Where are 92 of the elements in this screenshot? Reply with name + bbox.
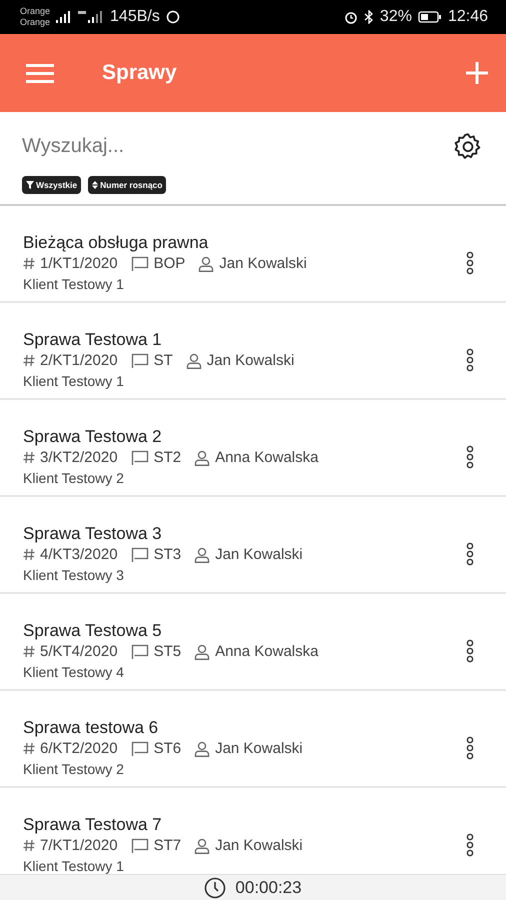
person-name: Jan Kowalski (219, 254, 307, 274)
filter-icon (26, 181, 34, 189)
case-title: Sprawa testowa 6 (23, 716, 160, 738)
plus-icon (466, 62, 488, 84)
signal-icon (78, 11, 104, 23)
carrier-name: Orange (20, 17, 50, 28)
clock-icon (204, 876, 226, 898)
case-title: Sprawa Testowa 7 (23, 814, 163, 836)
carrier-name: Orange (20, 6, 50, 17)
client-name: Klient Testowy 1 (23, 274, 125, 294)
search-field[interactable]: Wyszukaj... (22, 127, 452, 166)
timer-time: 00:00:23 (235, 878, 302, 898)
case-item[interactable]: Sprawa Testowa 3 4/KT3/2020 ST3 Jan Kowalski Klient Testowy 3 (0, 497, 506, 594)
person-name: Jan Kowalski (215, 544, 303, 564)
flag-icon (130, 740, 149, 756)
hash-icon (23, 354, 35, 367)
case-number: 7/KT1/2020 (40, 836, 118, 856)
hash-icon (23, 839, 35, 852)
sync-icon (166, 10, 180, 24)
case-number: 5/KT4/2020 (40, 642, 118, 662)
more-icon (466, 638, 474, 662)
flag-icon (130, 352, 149, 368)
network-speed: 145B/s (110, 8, 160, 26)
case-tag: ST7 (154, 836, 182, 856)
hash-icon (23, 645, 35, 658)
screen-title: Sprawy (102, 61, 178, 85)
person-name: Jan Kowalski (206, 350, 294, 370)
more-icon (466, 348, 474, 372)
client-name: Klient Testowy 4 (23, 662, 125, 682)
case-number: 3/KT2/2020 (40, 448, 118, 468)
person-icon (194, 838, 210, 854)
case-number: 1/KT1/2020 (40, 254, 118, 274)
person-name: Jan Kowalski (215, 738, 303, 758)
case-title: Sprawa Testowa 1 (23, 328, 163, 350)
menu-button[interactable] (26, 63, 54, 83)
person-icon (186, 352, 202, 368)
case-tag: ST2 (154, 448, 182, 468)
hash-icon (23, 451, 35, 464)
client-name: Klient Testowy 1 (23, 856, 125, 874)
more-icon (466, 444, 474, 468)
sort-icon (92, 181, 98, 189)
case-title: Sprawa Testowa 2 (23, 426, 163, 448)
alarm-icon (344, 10, 358, 24)
case-number: 6/KT2/2020 (40, 738, 118, 758)
more-icon (466, 250, 474, 274)
clock-time: 12:46 (448, 8, 488, 26)
menu-icon (26, 63, 54, 83)
hash-icon (23, 742, 35, 755)
case-title: Sprawa Testowa 5 (23, 620, 163, 642)
client-name: Klient Testowy 3 (23, 566, 125, 584)
battery-percent: 32% (380, 8, 412, 26)
hash-icon (23, 548, 35, 561)
person-name: Anna Kowalska (215, 448, 318, 468)
case-tag: ST5 (154, 642, 182, 662)
case-tag: ST (154, 350, 173, 370)
case-number: 2/KT1/2020 (40, 350, 118, 370)
case-item[interactable]: Bieżąca obsługa prawna 1/KT1/2020 BOP Jan Kowalski Klient Testowy 1 (0, 206, 506, 303)
person-icon (194, 644, 210, 660)
signal-icon (56, 11, 72, 23)
flag-icon (130, 546, 149, 562)
flag-icon (130, 644, 149, 660)
case-title: Bieżąca obsługa prawna (23, 232, 210, 254)
flag-icon (130, 450, 149, 466)
sort-chip[interactable]: Numer rosnąco (88, 176, 166, 194)
flag-icon (130, 256, 149, 272)
case-item[interactable]: Sprawa Testowa 1 2/KT1/2020 ST Jan Kowalski Klient Testowy 1 (0, 303, 506, 400)
case-tag: ST3 (154, 544, 182, 564)
case-tag: ST6 (154, 738, 182, 758)
case-title: Sprawa Testowa 3 (23, 522, 163, 544)
client-name: Klient Testowy 2 (23, 468, 125, 488)
more-icon (466, 832, 474, 856)
bluetooth-icon (364, 10, 374, 24)
flag-icon (130, 838, 149, 854)
filter-chip[interactable]: Wszystkie (22, 176, 82, 194)
case-item[interactable]: Sprawa Testowa 5 5/KT4/2020 ST5 Anna Kowalska Klient Testowy 4 (0, 594, 506, 691)
person-name: Jan Kowalski (215, 836, 303, 856)
person-icon (198, 256, 214, 272)
battery-icon (418, 11, 442, 23)
person-icon (194, 450, 210, 466)
case-item[interactable]: Sprawa testowa 6 6/KT2/2020 ST6 Jan Kowalski Klient Testowy 2 (0, 691, 506, 788)
client-name: Klient Testowy 2 (23, 760, 125, 778)
client-name: Klient Testowy 1 (23, 372, 125, 390)
case-tag: BOP (154, 254, 186, 274)
more-icon (466, 542, 474, 566)
case-number: 4/KT3/2020 (40, 544, 118, 564)
person-name: Anna Kowalska (215, 642, 318, 662)
person-icon (194, 740, 210, 756)
add-button[interactable] (466, 62, 488, 84)
hash-icon (23, 257, 35, 270)
person-icon (194, 546, 210, 562)
more-icon (466, 736, 474, 760)
case-item[interactable]: Sprawa Testowa 2 3/KT2/2020 ST2 Anna Kowalska Klient Testowy 2 (0, 400, 506, 497)
